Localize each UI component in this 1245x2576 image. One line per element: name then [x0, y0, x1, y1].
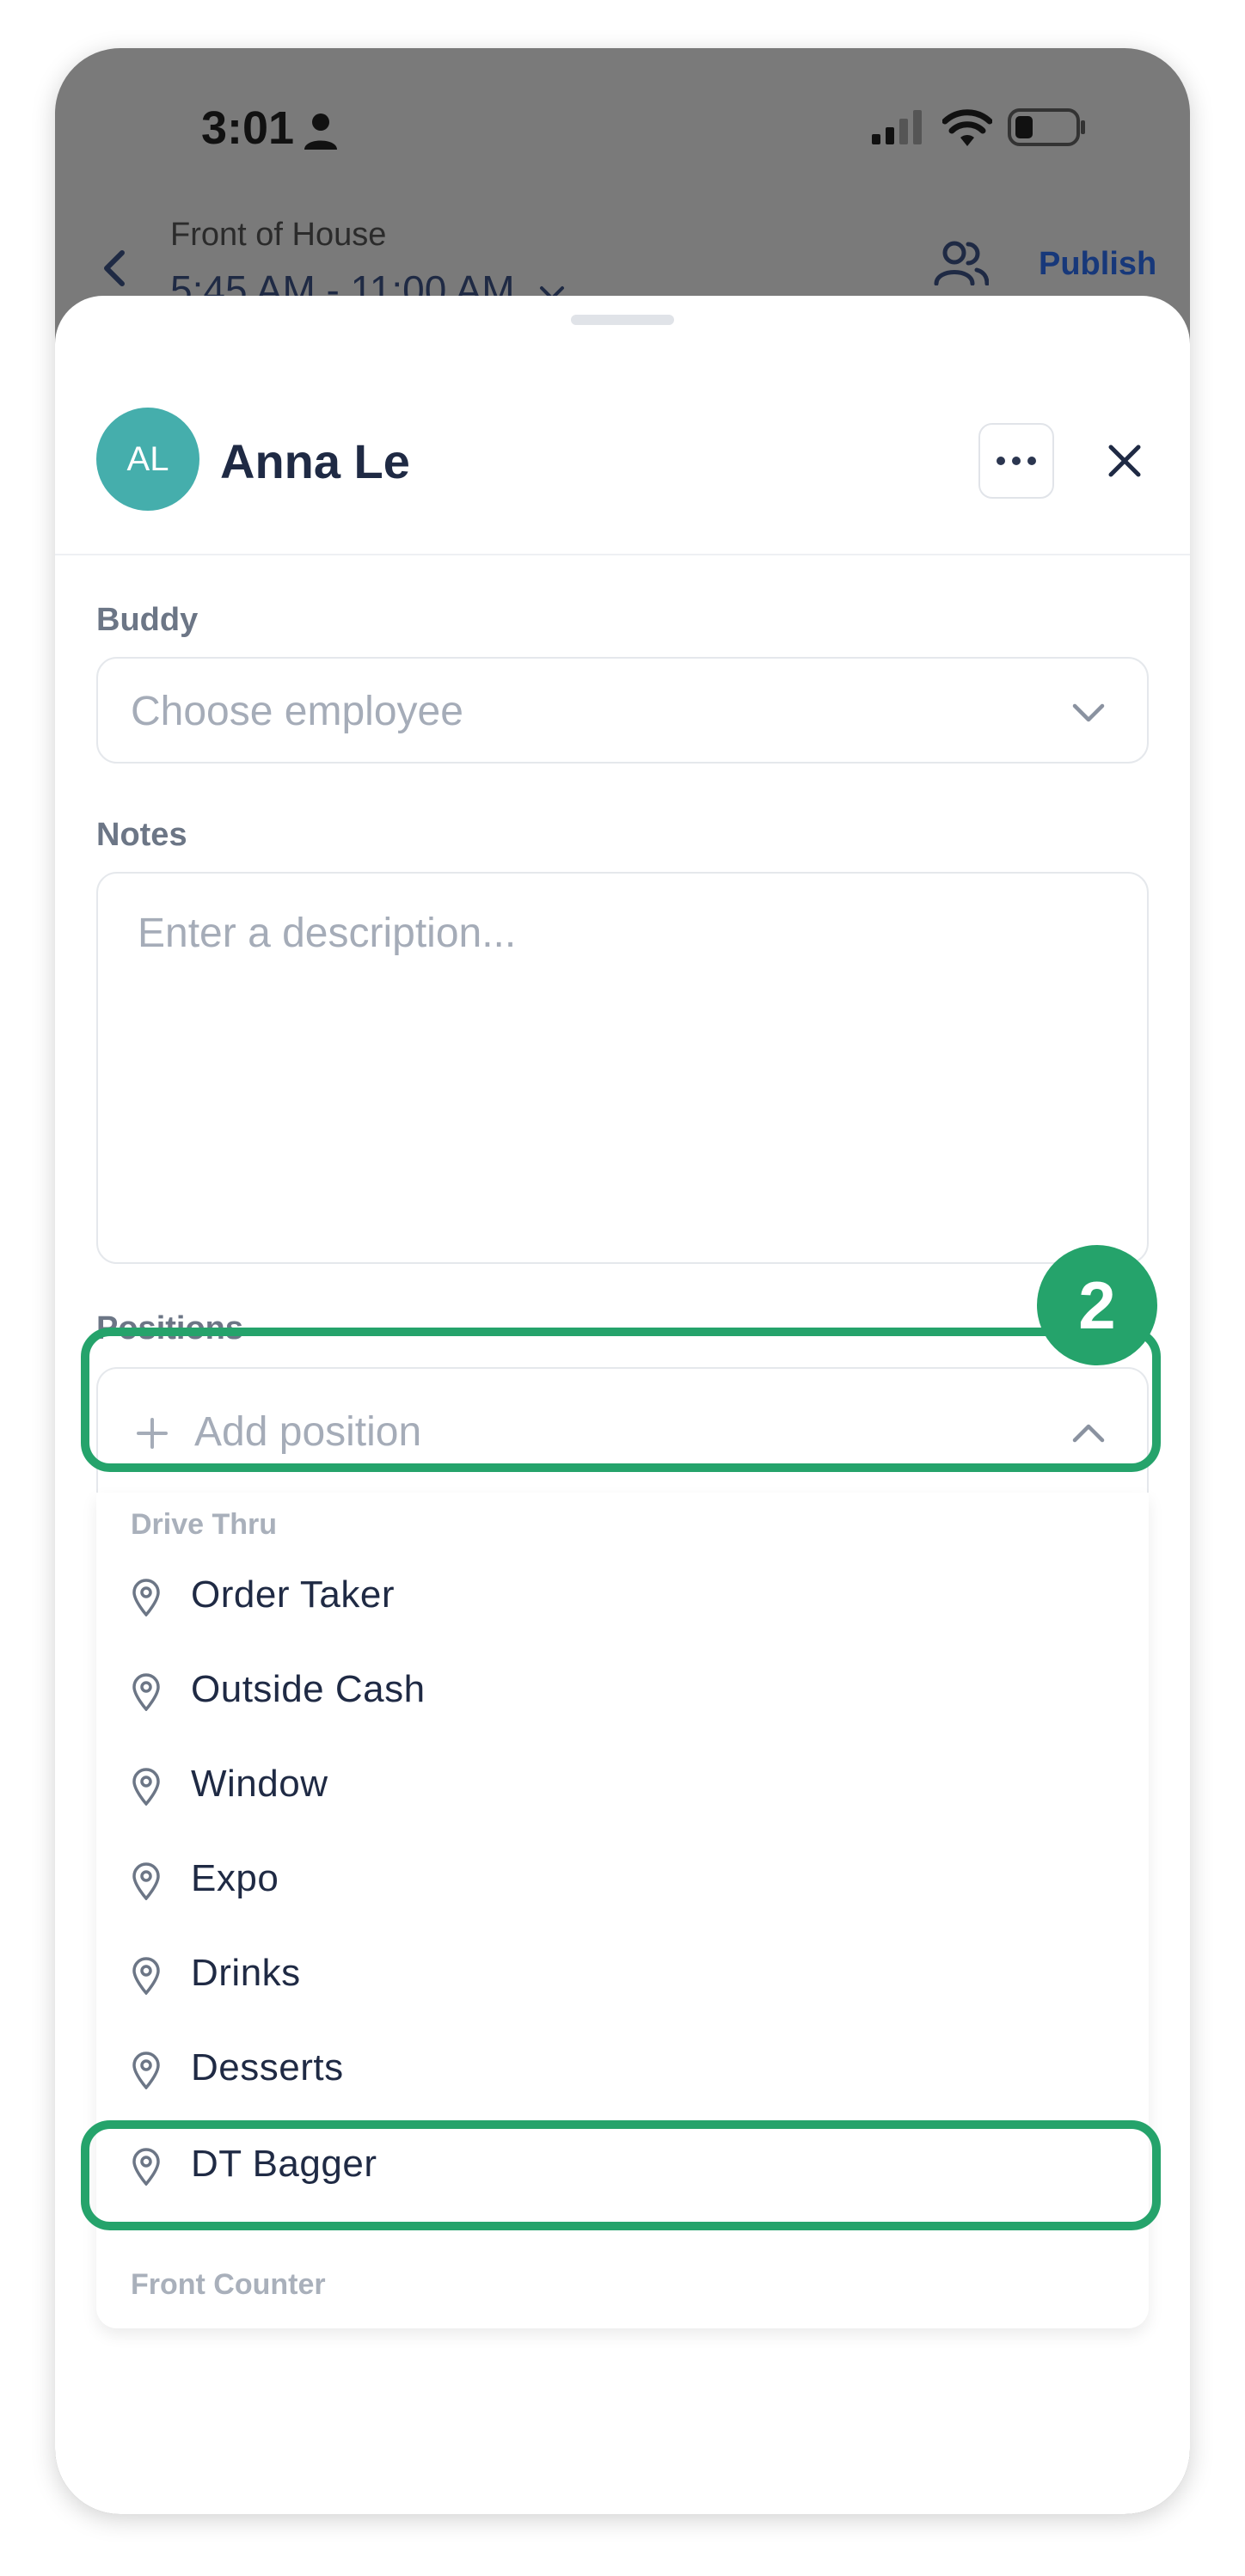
position-option-window[interactable]: Window: [96, 1742, 1149, 1828]
status-bar: 3:01: [55, 48, 1190, 220]
chevron-down-icon: [1072, 703, 1105, 722]
people-icon[interactable]: [934, 241, 989, 285]
header-divider: [55, 554, 1190, 555]
avatar: AL: [96, 408, 199, 511]
position-option-drinks[interactable]: Drinks: [96, 1931, 1149, 2017]
highlight-add-position: [81, 1328, 1161, 1472]
ellipsis-dot: [1027, 457, 1036, 465]
close-icon[interactable]: [1104, 440, 1145, 481]
status-time: 3:01: [201, 102, 295, 154]
notes-placeholder: Enter a description...: [138, 911, 517, 956]
employee-name: Anna Le: [220, 434, 410, 488]
person-status-icon: [304, 113, 337, 150]
buddy-select[interactable]: Choose employee: [96, 657, 1149, 764]
position-option-label: Desserts: [191, 2046, 344, 2088]
notes-label: Notes: [96, 817, 187, 853]
position-option-expo[interactable]: Expo: [96, 1837, 1149, 1923]
cellular-signal-icon: [872, 110, 922, 144]
ellipsis-dot: [1012, 457, 1021, 465]
location-pin-icon: [132, 1579, 160, 1616]
more-options-button[interactable]: [978, 423, 1054, 499]
position-option-label: Drinks: [191, 1952, 301, 1994]
location-pin-icon: [132, 1862, 160, 1900]
location-pin-icon: [132, 1957, 160, 1995]
location-pin-icon: [132, 1673, 160, 1711]
highlight-dt-bagger: [81, 2120, 1161, 2230]
status-indicators: [872, 108, 1087, 146]
position-option-label: Window: [191, 1763, 328, 1805]
step-badge: 2: [1037, 1245, 1157, 1365]
position-option-desserts[interactable]: Desserts: [96, 2026, 1149, 2112]
position-option-label: Outside Cash: [191, 1668, 426, 1710]
step-number: 2: [1078, 1267, 1116, 1343]
group-label-drive-thru: Drive Thru: [131, 1508, 278, 1541]
location-pin-icon: [132, 1768, 160, 1806]
publish-button[interactable]: Publish: [1039, 246, 1156, 283]
header-subtitle: Front of House: [170, 217, 387, 253]
notes-textarea[interactable]: Enter a description...: [96, 872, 1149, 1264]
position-option-outside-cash[interactable]: Outside Cash: [96, 1647, 1149, 1733]
avatar-initials: AL: [126, 439, 169, 478]
wifi-icon: [942, 109, 992, 146]
sheet-grabber[interactable]: [571, 315, 674, 325]
buddy-placeholder: Choose employee: [131, 689, 463, 734]
group-label-front-counter: Front Counter: [131, 2268, 326, 2301]
back-chevron-icon[interactable]: [101, 249, 127, 287]
buddy-label: Buddy: [96, 602, 199, 638]
ellipsis-icon: [997, 457, 1005, 465]
position-option-label: Order Taker: [191, 1573, 395, 1616]
location-pin-icon: [132, 2052, 160, 2089]
position-option-label: Expo: [191, 1857, 279, 1899]
position-option-order-taker[interactable]: Order Taker: [96, 1553, 1149, 1639]
battery-icon: [1008, 108, 1085, 146]
